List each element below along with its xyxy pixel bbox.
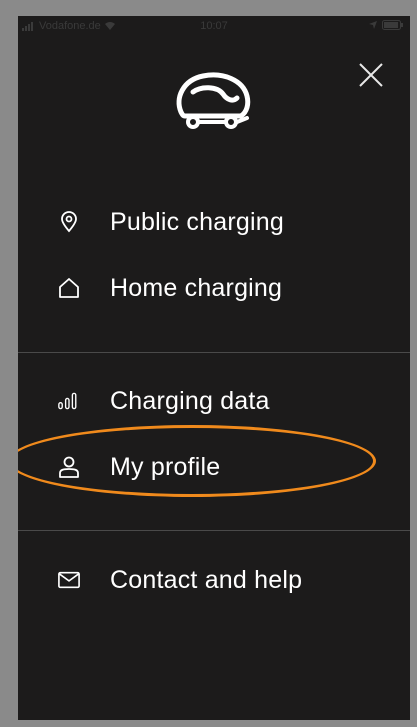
bar-chart-icon: [58, 390, 80, 412]
menu-item-label: Contact and help: [110, 565, 303, 594]
location-arrow-icon: [369, 21, 377, 29]
location-pin-icon: [58, 211, 80, 233]
menu-item-home-charging[interactable]: Home charging: [18, 263, 410, 313]
status-time: 10:07: [200, 20, 228, 32]
close-icon: [359, 63, 383, 87]
battery-icon: [382, 20, 403, 30]
menu-item-public-charging[interactable]: Public charging: [18, 197, 410, 247]
menu-item-contact-help[interactable]: Contact and help: [18, 555, 410, 605]
menu-item-label: Home charging: [110, 273, 283, 302]
home-icon: [58, 277, 80, 299]
app-screen: Vodafone.de 10:07 Public charging Home c…: [18, 16, 410, 720]
user-icon: [58, 456, 80, 478]
car-logo-icon: [176, 72, 251, 129]
close-button[interactable]: [356, 60, 386, 90]
status-right: [368, 20, 404, 30]
menu-divider: [18, 530, 410, 531]
menu-item-charging-data[interactable]: Charging data: [18, 376, 410, 426]
menu-item-label: Charging data: [110, 386, 270, 415]
app-logo: [171, 68, 255, 132]
envelope-icon: [58, 569, 80, 591]
menu-item-my-profile[interactable]: My profile: [18, 442, 410, 492]
status-bar: Vodafone.de 10:07: [18, 16, 410, 38]
menu-item-label: My profile: [110, 452, 221, 481]
menu-item-label: Public charging: [110, 207, 284, 236]
menu-divider: [18, 352, 410, 353]
